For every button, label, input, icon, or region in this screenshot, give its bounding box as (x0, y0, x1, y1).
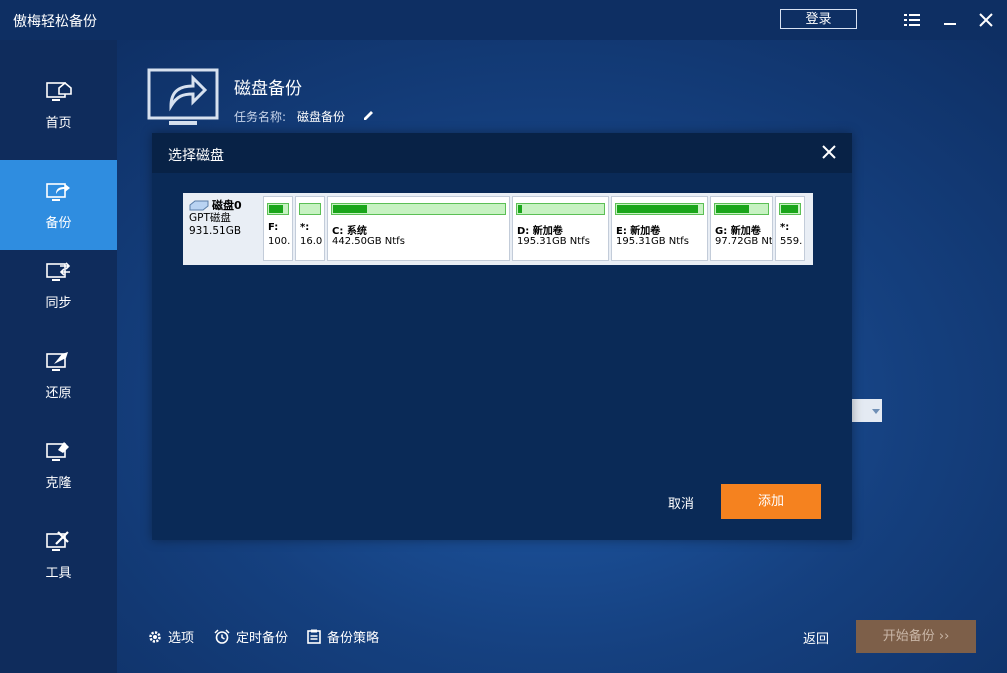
partition-size: 16.0 (300, 236, 323, 247)
sidebar-item-label: 同步 (45, 295, 72, 311)
tools-icon (45, 530, 69, 551)
usage-bar (615, 203, 704, 215)
sidebar-item-tools[interactable]: 工具 (0, 510, 117, 600)
usage-bar (267, 203, 289, 215)
partition[interactable]: D: 新加卷 195.31GB Ntfs (512, 196, 609, 261)
usage-bar (331, 203, 506, 215)
back-button[interactable]: 返回 (803, 628, 829, 647)
partition-size: 100. (268, 236, 291, 247)
alarm-clock-icon (214, 629, 230, 644)
partition-label: C: 系统 (332, 226, 367, 237)
sidebar-item-label: 工具 (45, 565, 72, 581)
dialog-title: 选择磁盘 (168, 148, 224, 164)
usage-fill (333, 205, 368, 213)
sidebar-item-label: 克隆 (45, 475, 72, 491)
partition[interactable]: C: 系统 442.50GB Ntfs (327, 196, 510, 261)
start-backup-button[interactable]: 开始备份 ›› (856, 620, 976, 653)
clipboard-icon (307, 629, 321, 644)
partition-label: G: 新加卷 (715, 226, 761, 237)
sidebar-item-clone[interactable]: 克隆 (0, 420, 117, 510)
sidebar-item-label: 首页 (45, 115, 72, 131)
hard-disk-icon (189, 200, 209, 211)
gear-icon (149, 630, 161, 643)
sidebar-item-restore[interactable]: 还原 (0, 330, 117, 420)
disk-info: 磁盘0 GPT磁盘 931.51GB (189, 199, 259, 238)
select-disk-dialog: 选择磁盘 磁盘0 GPT磁盘 931.51GB F: 100. *: 16.0 (152, 133, 852, 540)
usage-bar (516, 203, 605, 215)
menu-icon[interactable] (902, 10, 922, 30)
partition-label: F: (268, 222, 279, 233)
page-title: 磁盘备份 (234, 79, 302, 99)
backup-policy-label: 备份策略 (327, 631, 380, 646)
add-button[interactable]: 添加 (721, 484, 821, 519)
partition-label: *: (780, 222, 790, 233)
usage-fill (518, 205, 523, 213)
app-title: 傲梅轻松备份 (13, 14, 97, 30)
close-icon[interactable] (976, 10, 996, 30)
usage-fill (269, 205, 284, 213)
sync-icon (45, 261, 70, 281)
sidebar: 首页 备份 同步 还原 克隆 工具 (0, 40, 117, 673)
task-name-value: 磁盘备份 (297, 110, 346, 124)
usage-bar (299, 203, 321, 215)
partition-size: 559. (780, 236, 803, 247)
backup-policy-button[interactable]: 备份策略 (307, 627, 379, 646)
login-button[interactable]: 登录 (780, 9, 857, 29)
partition[interactable]: G: 新加卷 97.72GB Nt (710, 196, 773, 261)
dialog-close-icon[interactable] (822, 144, 836, 163)
disk-type: GPT磁盘 (189, 212, 231, 224)
usage-bar (779, 203, 801, 215)
partition-size: 195.31GB Ntfs (616, 236, 689, 247)
chevron-down-icon (872, 408, 880, 414)
partition[interactable]: *: 16.0 (295, 196, 325, 261)
cancel-button[interactable]: 取消 (668, 493, 694, 512)
usage-bar (714, 203, 769, 215)
edit-icon[interactable] (362, 107, 375, 126)
usage-fill (716, 205, 750, 213)
partition-label: D: 新加卷 (517, 226, 563, 237)
partition-label: *: (300, 222, 310, 233)
sidebar-item-label: 备份 (45, 215, 72, 231)
sidebar-item-home[interactable]: 首页 (0, 60, 117, 150)
usage-fill (781, 205, 799, 213)
partition-size: 97.72GB Nt (715, 236, 773, 247)
disk-name: 磁盘0 (212, 199, 242, 212)
dialog-header: 选择磁盘 (152, 133, 852, 173)
sidebar-item-backup[interactable]: 备份 (0, 160, 117, 250)
dropdown-toggle[interactable] (852, 399, 882, 422)
partition-size: 442.50GB Ntfs (332, 236, 405, 247)
partition-size: 195.31GB Ntfs (517, 236, 590, 247)
schedule-label: 定时备份 (236, 631, 289, 646)
title-bar: 傲梅轻松备份 登录 (0, 0, 1007, 40)
home-icon (45, 81, 72, 101)
disk-row[interactable]: 磁盘0 GPT磁盘 931.51GB F: 100. *: 16.0 C: 系统… (183, 193, 813, 265)
partition[interactable]: *: 559. (775, 196, 805, 261)
partition-label: E: 新加卷 (616, 226, 661, 237)
sidebar-item-label: 还原 (45, 385, 72, 401)
partition[interactable]: E: 新加卷 195.31GB Ntfs (611, 196, 708, 261)
sidebar-item-sync[interactable]: 同步 (0, 240, 117, 330)
disk-backup-icon (147, 68, 219, 132)
backup-icon (45, 182, 70, 201)
schedule-button[interactable]: 定时备份 (214, 627, 288, 646)
clone-icon (45, 441, 69, 461)
restore-icon (45, 351, 68, 371)
options-button[interactable]: 选项 (148, 627, 194, 646)
disk-size: 931.51GB (189, 225, 242, 237)
usage-fill (617, 205, 698, 213)
partition[interactable]: F: 100. (263, 196, 293, 261)
options-label: 选项 (168, 631, 195, 646)
task-name-label: 任务名称: (234, 110, 287, 124)
minimize-icon[interactable] (940, 10, 960, 30)
